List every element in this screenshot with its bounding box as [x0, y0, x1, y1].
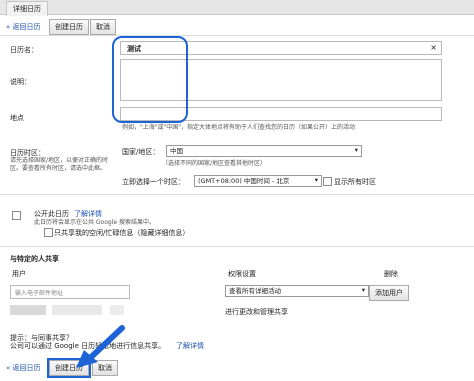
location-label: 地点 — [10, 114, 24, 122]
country-hint: （选择不同的国家/地区查看其他时区） — [162, 160, 267, 167]
public-calendar-checkbox[interactable] — [12, 211, 21, 220]
email-placeholder: 输入电子邮件地址 — [15, 290, 64, 297]
annotation-arrow-icon — [76, 325, 125, 368]
description-label: 说明： — [10, 78, 31, 86]
tab-bar — [0, 0, 474, 15]
highlight-box — [112, 36, 188, 123]
free-busy-checkbox[interactable] — [44, 228, 53, 237]
timezone-now-label: 立即选择一个时区： — [122, 178, 185, 186]
divider — [0, 246, 474, 247]
chevron-down-icon: ▾ — [314, 176, 318, 184]
share-column-permission: 权限设置 — [228, 270, 256, 278]
public-note: 此日历将会显示在公共 Google 搜索结果中。 — [34, 219, 155, 226]
timezone-select[interactable]: (GMT+08:00) 中国时间 - 北京 ▾ — [194, 175, 322, 187]
country-select[interactable]: 中国 ▾ — [166, 145, 362, 157]
timezone-help: 请先选择国家/地区，以便对正确的时区。要查看所有时区，请选中此框。 — [10, 157, 109, 172]
share-title: 与特定的人共享 — [10, 255, 59, 263]
name-label: 日历名： — [10, 46, 38, 54]
back-to-calendar-link[interactable]: « 返回日历 — [6, 22, 41, 32]
timezone-value: (GMT+08:00) 中国时间 - 北京 — [198, 177, 290, 185]
email-input[interactable]: 输入电子邮件地址 — [10, 285, 130, 299]
location-hint: 例如，"上海"或"中国"，指定大体地点将有助于人们查找您的日历（如果公开）上的活… — [122, 124, 356, 131]
show-all-timezones-label: 显示所有时区 — [334, 178, 376, 186]
country-value: 中国 — [170, 147, 183, 155]
create-calendar-button[interactable]: 创建日历 — [49, 19, 89, 35]
blurred-user — [10, 305, 46, 315]
show-all-timezones-checkbox[interactable] — [323, 177, 332, 186]
permission-value: 查看所有详细活动 — [229, 287, 281, 295]
blurred-user — [110, 305, 124, 315]
divider — [0, 35, 474, 36]
share-column-user: 用户 — [12, 270, 26, 278]
chevron-down-icon: ▾ — [354, 146, 358, 154]
clear-icon[interactable]: × — [430, 43, 437, 52]
manage-sharing-label[interactable]: 进行更改和管理共享 — [225, 307, 288, 317]
tab-calendar-details[interactable]: 详细日历 — [6, 1, 48, 16]
free-busy-label: 只共享我的空闲/忙碌信息（隐藏详细信息） — [54, 229, 190, 237]
country-label: 国家/地区： — [122, 148, 160, 156]
tip-learn-more-link[interactable]: 了解详情 — [176, 341, 204, 351]
cancel-button[interactable]: 取消 — [90, 19, 116, 35]
blurred-user — [52, 305, 102, 315]
share-column-delete: 删除 — [384, 270, 398, 278]
add-user-button[interactable]: 添加用户 — [369, 285, 409, 301]
chevron-down-icon: ▾ — [361, 286, 365, 294]
back-to-calendar-link-bottom[interactable]: « 返回日历 — [6, 363, 41, 373]
divider — [0, 194, 474, 195]
permission-select[interactable]: 查看所有详细活动 ▾ — [225, 285, 369, 297]
